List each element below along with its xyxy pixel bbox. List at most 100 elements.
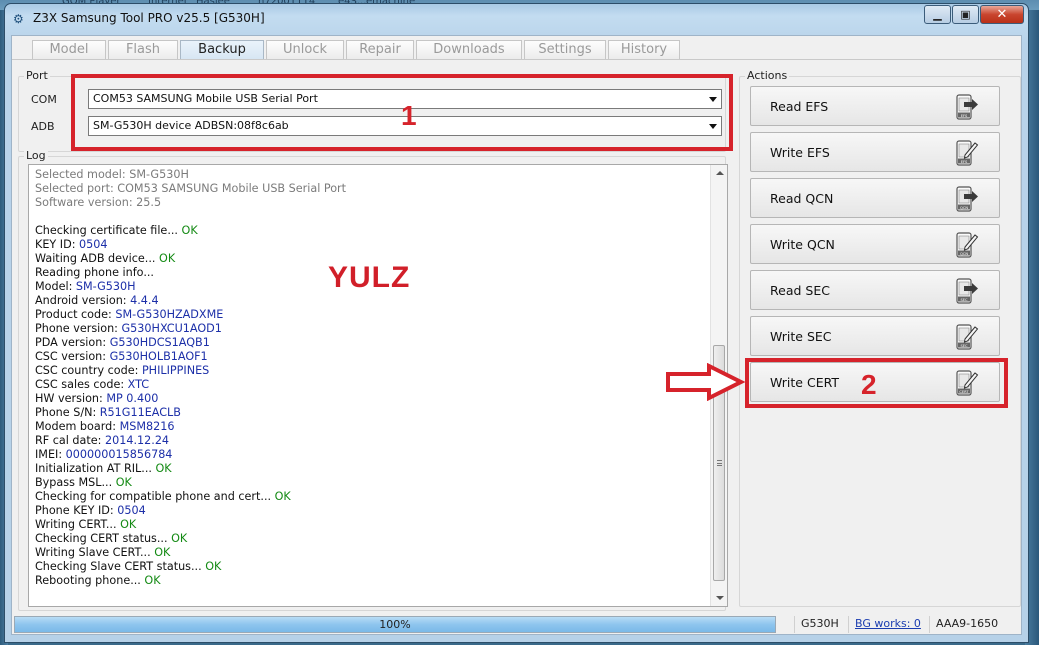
status-bar: 100% G530H BG works: 0 AAA9-1650 — [12, 613, 1021, 635]
log-text: CSC country code: — [35, 364, 142, 377]
title-bar[interactable]: ⚙ Z3X Samsung Tool PRO v25.5 [G530H] ▁ ▣… — [5, 4, 1028, 34]
minimize-button[interactable]: ▁ — [924, 5, 951, 24]
annotation-number-2: 2 — [861, 369, 877, 400]
log-text: Reading phone info... — [35, 266, 154, 279]
log-value: R51G11EACLB — [99, 406, 181, 419]
log-text: Modem board: — [35, 420, 120, 433]
tab-repair[interactable]: Repair — [346, 40, 414, 59]
log-text: Phone KEY ID: — [35, 504, 118, 517]
log-line: Software version: 25.5 — [35, 196, 346, 210]
app-window: ⚙ Z3X Samsung Tool PRO v25.5 [G530H] ▁ ▣… — [4, 3, 1029, 643]
scroll-down-icon[interactable] — [716, 596, 724, 600]
annotation-arrow-icon — [666, 363, 745, 401]
tab-unlock[interactable]: Unlock — [266, 40, 344, 59]
log-status-ok: OK — [120, 518, 137, 531]
progress-bar: 100% — [14, 616, 776, 633]
log-line: Checking certificate file... OK — [35, 224, 346, 238]
log-text: Phone version: — [35, 322, 122, 335]
log-line: KEY ID: 0504 — [35, 238, 346, 252]
log-text: Rebooting phone... — [35, 574, 145, 587]
read-qcn-button[interactable]: Read QCN QCN — [750, 178, 1000, 218]
tab-backup[interactable]: Backup — [180, 40, 264, 59]
write-sec-icon: SEC — [956, 324, 979, 350]
adb-label: ADB — [31, 120, 55, 133]
log-text: Checking certificate file... — [35, 224, 182, 237]
log-text: CSC sales code: — [35, 378, 128, 391]
log-text: Model: — [35, 280, 76, 293]
log-text: Android version: — [35, 294, 131, 307]
action-label: Read QCN — [770, 191, 834, 206]
icon-tag: QCN — [960, 206, 968, 210]
close-button[interactable]: ✕ — [980, 5, 1024, 24]
log-line: Writing CERT... OK — [35, 518, 346, 532]
log-line: Modem board: MSM8216 — [35, 420, 346, 434]
window-controls: ▁ ▣ ✕ — [923, 5, 1024, 25]
tab-divider — [12, 59, 1021, 60]
tab-downloads[interactable]: Downloads — [416, 40, 522, 59]
log-line: Checking Slave CERT status... OK — [35, 560, 346, 574]
write-qcn-icon: QCN — [956, 232, 979, 258]
log-text: Software version: 25.5 — [35, 196, 162, 209]
read-sec-icon: SEC — [956, 278, 978, 304]
icon-tag: EFS — [961, 160, 968, 164]
log-status-ok: OK — [205, 560, 222, 573]
log-status-ok: OK — [144, 574, 161, 587]
write-sec-button[interactable]: Write SEC SEC — [750, 316, 1000, 356]
log-status-ok: OK — [181, 224, 198, 237]
scroll-up-icon[interactable] — [716, 171, 724, 175]
log-line: Android version: 4.4.4 — [35, 294, 346, 308]
tab-bar: Model Flash Backup Unlock Repair Downloads Set… — [32, 40, 682, 60]
log-value: MP 0.400 — [106, 392, 159, 405]
status-model: G530H — [794, 616, 839, 633]
log-value: SM-G530H — [75, 280, 136, 293]
client-area: Model Flash Backup Unlock Repair Downloads Set… — [11, 35, 1022, 635]
log-text: Initialization AT RIL... — [35, 462, 156, 475]
log-text: RF cal date: — [35, 434, 105, 447]
maximize-button[interactable]: ▣ — [952, 5, 979, 24]
log-text: Checking CERT status... — [35, 532, 172, 545]
action-label: Read SEC — [770, 283, 830, 298]
log-value: SM-G530HZADXME — [115, 308, 224, 321]
log-value: 2014.12.24 — [105, 434, 170, 447]
log-value: 0504 — [79, 238, 108, 251]
log-lines: Selected model: SM-G530H Selected port: C… — [35, 168, 346, 588]
log-line: Phone S/N: R51G11EACLB — [35, 406, 346, 420]
log-text: Waiting ADB device... — [35, 252, 160, 265]
log-line: CSC sales code: XTC — [35, 378, 346, 392]
log-status-ok: OK — [155, 462, 172, 475]
icon-tag: EFS — [961, 114, 968, 118]
log-text: PDA version: — [35, 336, 110, 349]
log-line: RF cal date: 2014.12.24 — [35, 434, 346, 448]
read-qcn-icon: QCN — [956, 186, 978, 212]
action-label: Read EFS — [770, 99, 829, 114]
action-label: Write QCN — [770, 237, 835, 252]
grip-icon — [717, 460, 722, 466]
write-efs-button[interactable]: Write EFS EFS — [750, 132, 1000, 172]
log-text: Bypass MSL... — [35, 476, 116, 489]
bg-works-link[interactable]: BG works: 0 — [848, 616, 921, 633]
log-line: CSC version: G530HOLB1AOF1 — [35, 350, 346, 364]
log-text: Checking Slave CERT status... — [35, 560, 206, 573]
log-value: 4.4.4 — [130, 294, 159, 307]
log-line: Phone version: G530HXCU1AOD1 — [35, 322, 346, 336]
read-efs-button[interactable]: Read EFS EFS — [750, 86, 1000, 126]
write-qcn-button[interactable]: Write QCN QCN — [750, 224, 1000, 264]
log-text: CSC version: — [35, 350, 110, 363]
read-efs-icon: EFS — [956, 94, 978, 120]
log-text: Product code: — [35, 308, 116, 321]
tab-history[interactable]: History — [608, 40, 680, 59]
log-line: Model: SM-G530H — [35, 280, 346, 294]
log-value: XTC — [127, 378, 150, 391]
log-text: IMEI: — [35, 448, 66, 461]
log-line: Waiting ADB device... OK — [35, 252, 346, 266]
log-line: Phone KEY ID: 0504 — [35, 504, 346, 518]
action-label: Write SEC — [770, 329, 832, 344]
tab-settings[interactable]: Settings — [524, 40, 606, 59]
tab-flash[interactable]: Flash — [108, 40, 178, 59]
read-sec-button[interactable]: Read SEC SEC — [750, 270, 1000, 310]
tab-model[interactable]: Model — [32, 40, 106, 59]
log-line: Initialization AT RIL... OK — [35, 462, 346, 476]
write-efs-icon: EFS — [956, 140, 979, 166]
log-output[interactable]: Selected model: SM-G530H Selected port: C… — [28, 164, 728, 607]
maximize-icon: ▣ — [960, 8, 971, 21]
